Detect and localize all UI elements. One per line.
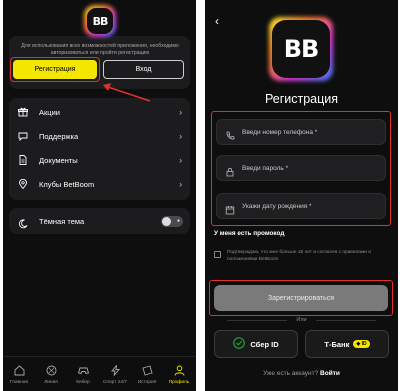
agreement-checkbox[interactable] <box>214 251 221 258</box>
right-phone-screen: ‹ BB Регистрация Введи номер телефона * … <box>205 0 398 391</box>
tab-label: Спорт 24/7 <box>102 380 128 385</box>
tab-history[interactable]: История <box>131 363 163 391</box>
tab-profile[interactable]: Профиль <box>163 363 195 391</box>
lightning-icon <box>99 363 131 377</box>
bottom-tab-bar: Главная Линия Кибер Спорт 24/7 История П… <box>3 356 196 391</box>
menu-item-promotions[interactable]: Акции › <box>9 100 190 124</box>
dark-theme-toggle[interactable]: ● <box>161 216 183 227</box>
menu-item-label: Клубы BetBoom <box>39 179 95 189</box>
menu-item-label: Поддержка <box>39 131 79 141</box>
tab-cyber[interactable]: Кибер <box>67 363 99 391</box>
login-button[interactable]: Вход <box>103 60 184 79</box>
menu-item-label: Акции <box>39 107 60 117</box>
home-icon <box>3 363 35 377</box>
back-arrow-icon[interactable]: ‹ <box>215 14 219 28</box>
auth-hint-text: Для использования всех возможностей прил… <box>21 43 179 56</box>
tab-line[interactable]: Линия <box>35 363 67 391</box>
register-button-highlight <box>10 57 100 82</box>
gift-icon <box>18 107 28 117</box>
theme-card: Тёмная тема ● <box>9 208 190 234</box>
sber-id-label: Сбер ID <box>250 339 279 349</box>
or-divider: Или <box>205 317 398 323</box>
dark-theme-label: Тёмная тема <box>39 217 85 226</box>
tbank-label: Т-Банк <box>324 339 350 349</box>
app-logo-large: BB <box>272 20 330 78</box>
promo-code-link[interactable]: У меня есть промокод <box>214 230 284 237</box>
chevron-right-icon: › <box>179 155 182 165</box>
menu-item-clubs[interactable]: Клубы BetBoom › <box>9 172 190 196</box>
agreement-link[interactable]: BetBoom <box>259 257 279 262</box>
tbank-id-badge-text: ID <box>361 341 367 347</box>
tab-label: Линия <box>44 380 58 385</box>
login-link[interactable]: Войти <box>320 370 340 377</box>
tab-label: Кибер <box>76 380 90 385</box>
sber-id-button[interactable]: Сбер ID <box>214 330 298 358</box>
page-title: Регистрация <box>264 92 339 106</box>
tab-label: История <box>137 380 157 385</box>
ticket-icon <box>131 363 163 377</box>
document-icon <box>18 155 28 165</box>
chevron-right-icon: › <box>179 107 182 117</box>
left-phone-screen: BB Для использования всех возможностей п… <box>3 0 196 391</box>
moon-icon <box>18 216 28 234</box>
tab-label: Главная <box>9 380 29 385</box>
menu-card: Акции › Поддержка › Документы › Клубы Be… <box>9 98 190 200</box>
person-icon <box>163 363 195 377</box>
have-account-text: Уже есть аккаунт? <box>263 370 319 377</box>
tab-home[interactable]: Главная <box>3 363 35 391</box>
ball-icon <box>35 363 67 377</box>
app-logo-wrapper: BB <box>272 20 330 78</box>
toggle-knob <box>162 217 171 226</box>
chevron-right-icon: › <box>179 179 182 189</box>
menu-item-label: Документы <box>39 155 78 165</box>
fields-highlight <box>211 111 391 226</box>
location-pin-icon <box>18 179 28 189</box>
chevron-right-icon: › <box>179 131 182 141</box>
chat-icon <box>18 131 28 141</box>
tab-label: Профиль <box>168 380 190 385</box>
shield-icon: ◆ <box>356 341 361 347</box>
menu-item-documents[interactable]: Документы › <box>9 148 190 172</box>
app-logo: BB <box>87 8 113 34</box>
gamepad-icon <box>67 363 99 377</box>
toggle-dot-icon: ● <box>176 218 180 224</box>
tbank-id-button[interactable]: Т-Банк ◆ ID <box>305 330 389 358</box>
agreement-text: Подтверждаю, что мне больше 18 лет и сог… <box>227 250 387 264</box>
tbank-id-badge: ◆ ID <box>353 340 370 348</box>
register-submit-button[interactable]: Зарегистрироваться <box>214 285 388 311</box>
menu-item-support[interactable]: Поддержка › <box>9 124 190 148</box>
app-logo-wrapper: BB <box>87 8 113 34</box>
tab-sport-24-7[interactable]: Спорт 24/7 <box>99 363 131 391</box>
sber-check-icon <box>233 337 246 351</box>
agreement-main-text: Подтверждаю, что мне больше 18 лет и сог… <box>227 250 371 262</box>
have-account-row: Уже есть аккаунт? Войти <box>205 370 398 377</box>
